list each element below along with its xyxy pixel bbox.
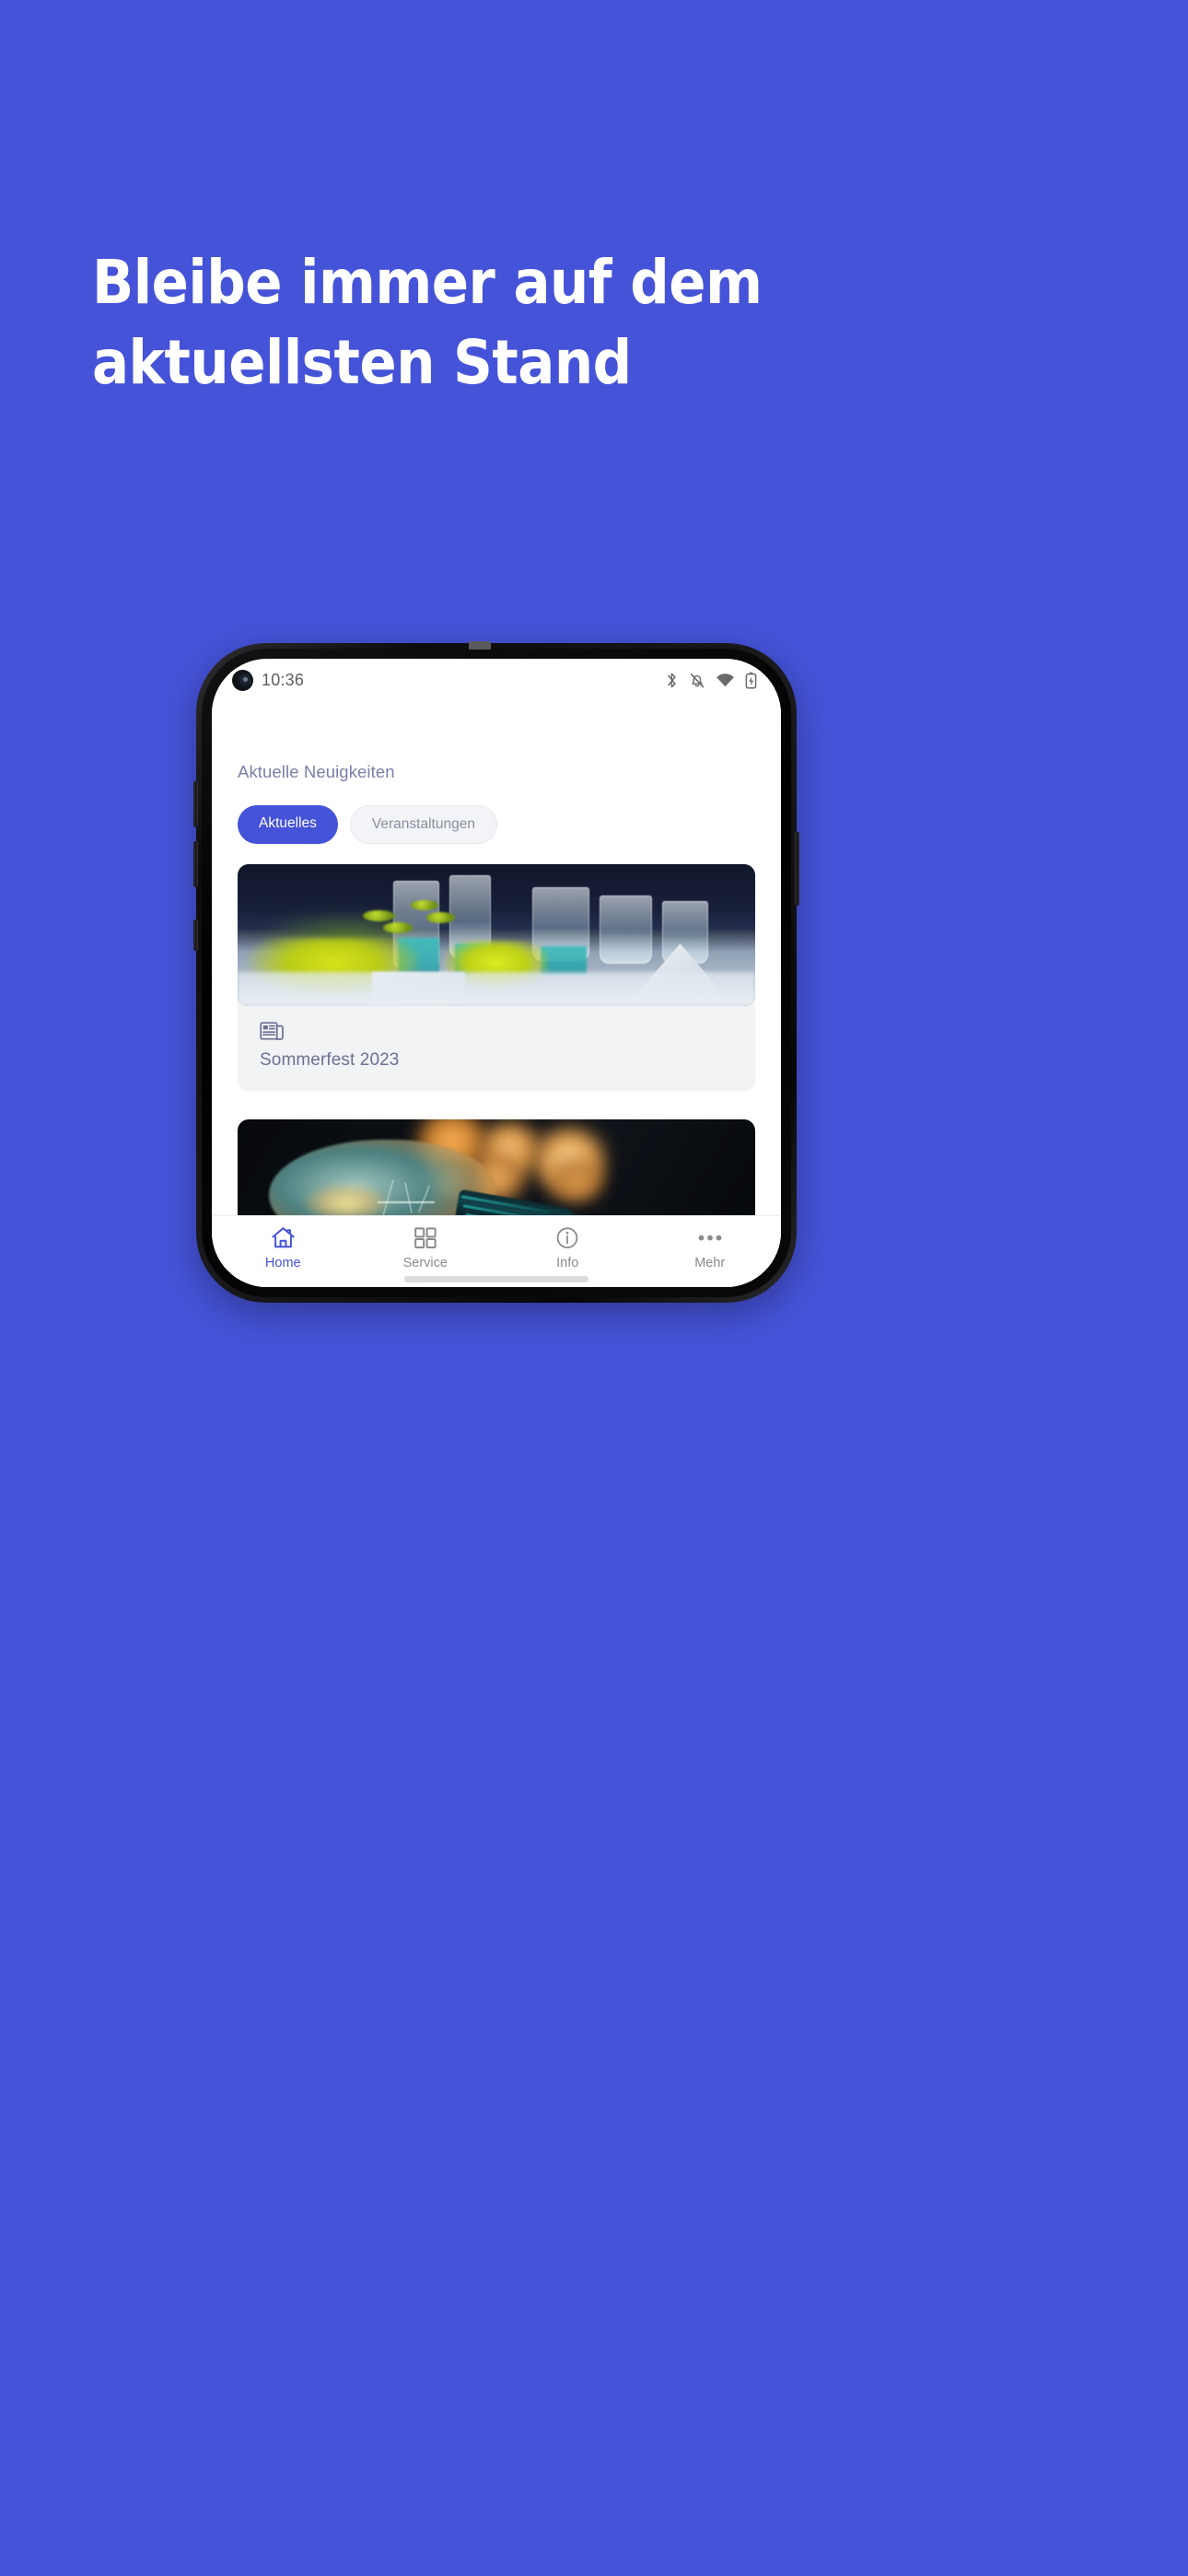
news-scroll-area[interactable]: Aktuelle Neuigkeiten Aktuelles Veranstal… [212,701,781,1215]
page-title: Bleibe immer auf dem aktuellsten Stand [92,242,921,403]
page-title-line-2: aktuellsten Stand [92,327,632,399]
nav-item-service[interactable]: Service [355,1226,497,1270]
status-bar-right [665,672,757,689]
nav-label-service: Service [402,1256,448,1270]
volume-down-button[interactable] [193,841,198,887]
side-button-right[interactable] [795,832,799,906]
news-card-energieausweis[interactable]: Kostenloser Energieausweis [238,1119,755,1215]
phone-antenna-line [469,641,491,650]
power-button[interactable] [193,919,198,951]
phone-mockup: 10:36 Aktuelle Neuigkeiten Aktuelles Ver… [193,641,799,1303]
nav-label-home: Home [264,1256,301,1270]
info-circle-icon [556,1227,578,1248]
news-card-image-energieausweis [238,1119,755,1215]
app-viewport: Aktuelle Neuigkeiten Aktuelles Veranstal… [212,701,781,1287]
grid-icon [413,1227,437,1248]
home-indicator[interactable] [404,1276,588,1282]
filter-chip-group: Aktuelles Veranstaltungen [212,782,781,844]
bluetooth-icon [668,673,676,687]
nav-item-mehr[interactable]: Mehr [639,1226,782,1270]
front-camera-icon [232,669,253,691]
ellipsis-icon [698,1235,722,1241]
nav-item-home[interactable]: Home [212,1226,355,1270]
home-icon [272,1227,295,1248]
status-bar-left: 10:36 [232,669,305,691]
wifi-icon [716,673,734,686]
news-card-sommerfest[interactable]: Sommerfest 2023 [238,864,755,1091]
filter-chip-veranstaltungen[interactable]: Veranstaltungen [349,805,497,844]
status-bar: 10:36 [212,659,781,701]
section-title: Aktuelle Neuigkeiten [238,762,395,781]
news-card-image-sommerfest [238,864,755,1006]
nav-label-mehr: Mehr [694,1256,726,1270]
battery-charging-icon [745,672,757,689]
nav-label-info: Info [556,1256,579,1270]
page-title-line-1: Bleibe immer auf dem [92,247,763,318]
news-card-list: Sommerfest 2023 [212,844,781,1215]
filter-chip-aktuelles[interactable]: Aktuelles [238,805,338,844]
notifications-off-icon [690,673,705,687]
news-card-title-sommerfest: Sommerfest 2023 [260,1050,400,1070]
volume-up-button[interactable] [193,781,198,827]
phone-screen: 10:36 Aktuelle Neuigkeiten Aktuelles Ver… [212,659,781,1287]
status-bar-clock: 10:36 [262,670,305,689]
newspaper-icon [260,1022,284,1040]
nav-item-info[interactable]: Info [496,1226,639,1270]
news-card-body-sommerfest: Sommerfest 2023 [238,1006,755,1091]
